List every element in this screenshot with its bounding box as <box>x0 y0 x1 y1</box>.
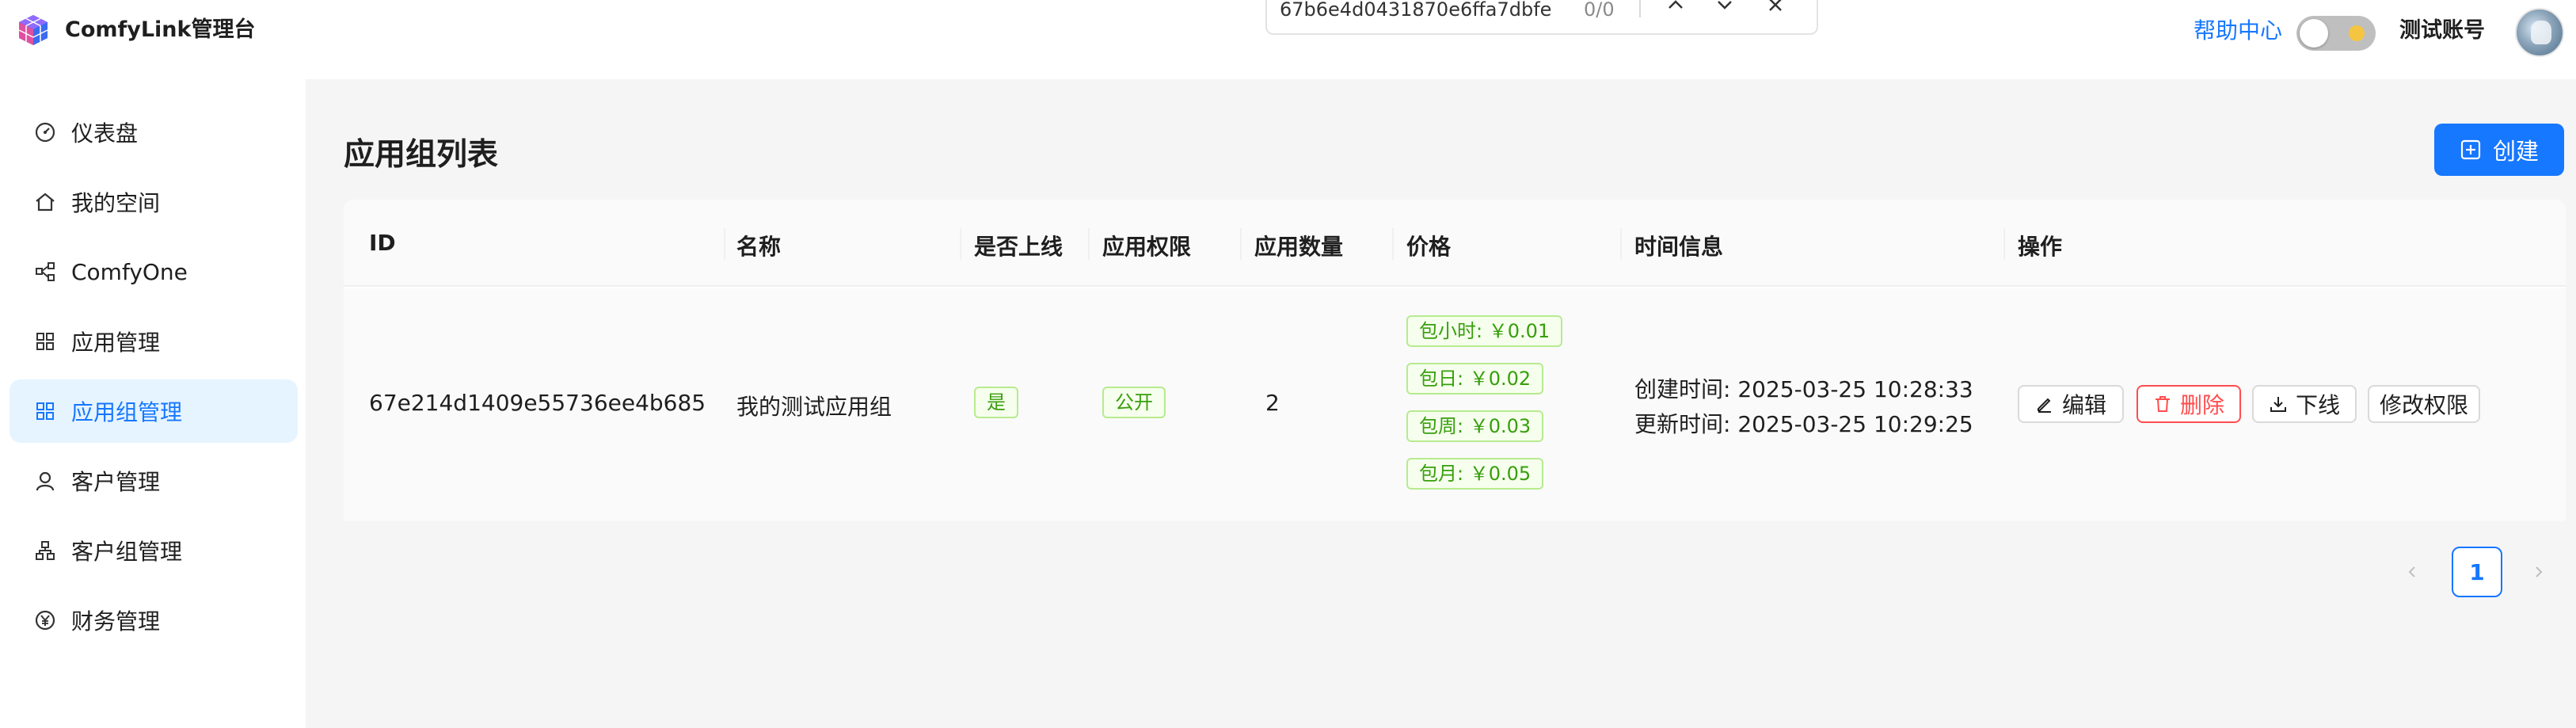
top-header: ComfyLink管理台 67b6e4d0431870e6ffa7dbfe 0/… <box>0 0 2576 79</box>
column-header-price: 价格 <box>1406 234 1452 260</box>
column-divider <box>960 228 961 260</box>
column-divider <box>1240 228 1242 260</box>
column-header-id: ID <box>369 230 396 256</box>
page-title: 应用组列表 <box>344 137 499 173</box>
edit-button[interactable]: 编辑 <box>2018 385 2124 423</box>
column-divider <box>1392 228 1394 260</box>
find-bar: 67b6e4d0431870e6ffa7dbfe 0/0 <box>1265 0 1818 35</box>
cell-id: 67e214d1409e55736ee4b685 <box>369 390 706 416</box>
sidebar-item-label: 我的空间 <box>71 190 161 216</box>
pagination-next-button[interactable] <box>2523 547 2555 597</box>
sidebar-item-finance[interactable]: 财务管理 <box>10 589 298 652</box>
column-header-name: 名称 <box>736 234 782 260</box>
modify-permissions-button[interactable]: 修改权限 <box>2368 385 2480 423</box>
delete-button-label: 删除 <box>2179 392 2224 418</box>
column-divider <box>2003 228 2005 260</box>
apps-icon <box>33 399 57 423</box>
offline-button[interactable]: 下线 <box>2252 385 2357 423</box>
home-icon <box>33 190 57 214</box>
app-group-table: ID 名称 是否上线 应用权限 应用数量 价格 时间信息 操作 67e214d1… <box>344 200 2566 521</box>
sidebar-item-dashboard[interactable]: 仪表盘 <box>10 101 298 164</box>
find-next-button[interactable] <box>1709 0 1741 21</box>
price-tag-daily: 包日: ￥0.02 <box>1406 363 1544 394</box>
sidebar-item-label: 客户组管理 <box>71 539 183 565</box>
sidebar-item-label: 仪表盘 <box>71 120 139 147</box>
find-count: 0/0 <box>1584 0 1615 21</box>
sidebar-item-comfyone[interactable]: ComfyOne <box>10 240 298 303</box>
column-header-time: 时间信息 <box>1634 234 1724 260</box>
sidebar-item-customers[interactable]: 客户管理 <box>10 449 298 513</box>
dashboard-icon <box>33 120 57 144</box>
edit-icon <box>2037 398 2051 413</box>
sidebar-item-customer-groups[interactable]: 客户组管理 <box>10 519 298 582</box>
yen-icon <box>33 608 57 632</box>
column-divider <box>1088 228 1090 260</box>
create-button-label: 创建 <box>2492 138 2539 165</box>
cell-updated-time: 更新时间: 2025-03-25 10:29:25 <box>1634 411 1973 437</box>
price-tag-weekly: 包周: ￥0.03 <box>1406 410 1544 442</box>
chevron-up-icon <box>1669 0 1683 9</box>
delete-button[interactable]: 删除 <box>2137 385 2241 423</box>
pagination-prev-button[interactable] <box>2396 547 2428 597</box>
sidebar-item-apps[interactable]: 应用管理 <box>10 310 298 373</box>
online-status-tag: 是 <box>974 387 1018 418</box>
download-icon <box>2270 397 2286 412</box>
nodes-icon <box>33 260 57 284</box>
main-content: 应用组列表 创建 ID 名称 是否上线 应用权限 应用数量 价格 时间信息 操作… <box>306 79 2576 728</box>
sidebar-item-label: 应用组管理 <box>71 399 183 425</box>
price-tag-hourly: 包小时: ￥0.01 <box>1406 315 1563 347</box>
column-header-actions: 操作 <box>2018 234 2063 260</box>
close-icon <box>1769 0 1782 11</box>
apps-icon <box>33 330 57 353</box>
toggle-knob <box>2300 19 2328 48</box>
column-divider <box>1620 228 1622 260</box>
avatar[interactable] <box>2515 8 2564 57</box>
sidebar: 仪表盘 我的空间 ComfyOne 应用管理 应用组管理 客户管理 客户组管理 … <box>0 79 306 728</box>
price-tag-monthly: 包月: ￥0.05 <box>1406 458 1544 490</box>
sidebar-item-my-space[interactable]: 我的空间 <box>10 170 298 234</box>
cell-created-time: 创建时间: 2025-03-25 10:28:33 <box>1634 376 1973 402</box>
table-header: ID 名称 是否上线 应用权限 应用数量 价格 时间信息 操作 <box>344 200 2566 287</box>
find-close-button[interactable] <box>1760 0 1791 21</box>
create-button[interactable]: 创建 <box>2434 124 2564 176</box>
column-divider <box>724 228 725 260</box>
pagination-page-1[interactable]: 1 <box>2452 547 2502 597</box>
sidebar-item-label: 应用管理 <box>71 330 161 356</box>
chevron-right-icon <box>2536 566 2543 577</box>
trash-icon <box>2155 396 2170 412</box>
sidebar-item-app-groups[interactable]: 应用组管理 <box>10 379 298 443</box>
column-header-online: 是否上线 <box>974 234 1064 260</box>
plus-square-icon <box>2460 139 2481 160</box>
chevron-left-icon <box>2408 566 2415 577</box>
sidebar-item-label: ComfyOne <box>71 258 188 285</box>
chevron-down-icon <box>1718 1 1732 10</box>
edit-button-label: 编辑 <box>2061 392 2106 418</box>
column-header-app-count: 应用数量 <box>1254 234 1344 260</box>
cell-name: 我的测试应用组 <box>736 394 892 420</box>
app-logo-icon <box>18 15 48 45</box>
theme-toggle[interactable] <box>2296 16 2376 51</box>
offline-button-label: 下线 <box>2295 392 2340 418</box>
find-input[interactable]: 67b6e4d0431870e6ffa7dbfe <box>1280 0 1551 21</box>
cell-app-count: 2 <box>1265 390 1280 416</box>
column-header-permission: 应用权限 <box>1102 234 1192 260</box>
sidebar-item-label: 客户管理 <box>71 469 161 495</box>
find-prev-button[interactable] <box>1660 0 1691 21</box>
user-icon <box>33 469 57 493</box>
table-row: 67e214d1409e55736ee4b685 我的测试应用组 是 公开 2 … <box>344 288 2566 521</box>
help-center-link[interactable]: 帮助中心 <box>2194 16 2282 46</box>
sidebar-item-label: 财务管理 <box>71 608 161 635</box>
account-name[interactable]: 测试账号 <box>2399 16 2485 46</box>
org-icon <box>33 539 57 562</box>
app-title: ComfyLink管理台 <box>65 17 256 42</box>
find-divider <box>1639 0 1641 17</box>
sun-icon <box>2349 25 2365 41</box>
modify-permissions-label: 修改权限 <box>2379 392 2468 418</box>
permission-tag: 公开 <box>1102 387 1166 418</box>
